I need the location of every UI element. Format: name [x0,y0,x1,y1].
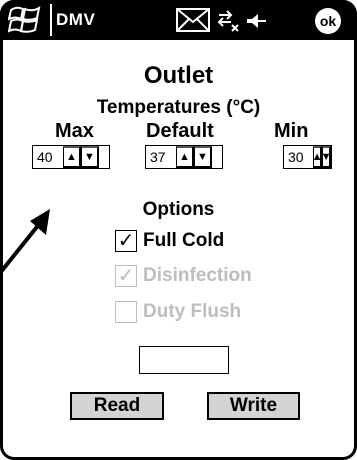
disinfection-label[interactable]: Disinfection [143,265,252,287]
write-button[interactable]: Write [207,392,300,420]
min-value[interactable]: 30 [284,146,313,168]
duty-flush-option[interactable]: Duty Flush [115,299,241,325]
app-title: DMV [56,10,96,29]
outlet-title: Outlet [143,62,214,89]
default-stepper[interactable]: 37 ▲ ▼ [145,145,223,169]
windows-start-icon[interactable] [8,4,42,36]
min-stepper[interactable]: 30 ▲ ▼ [283,145,332,169]
max-label: Max [55,120,94,142]
min-down-button[interactable]: ▼ [321,146,331,168]
duty-flush-label[interactable]: Duty Flush [143,301,241,323]
title-separator [50,4,52,36]
duty-flush-checkbox[interactable] [115,301,137,323]
default-down-button[interactable]: ▼ [194,146,212,168]
disinfection-option[interactable]: ✓ Disinfection [115,263,252,289]
default-label: Default [146,120,214,142]
ok-button[interactable]: ok [315,8,341,34]
disinfection-checkbox[interactable]: ✓ [115,265,137,287]
max-stepper[interactable]: 40 ▲ ▼ [32,145,110,169]
volume-icon[interactable] [244,10,268,32]
connectivity-icon[interactable] [216,9,240,33]
default-value[interactable]: 37 [146,146,176,168]
mail-icon[interactable] [176,8,210,32]
full-cold-checkbox[interactable]: ✓ [115,230,137,252]
status-field [139,346,229,374]
pointer-arrow-icon [0,209,50,275]
default-up-button[interactable]: ▲ [176,146,194,168]
max-value[interactable]: 40 [33,146,63,168]
full-cold-label[interactable]: Full Cold [143,230,224,252]
full-cold-option[interactable]: ✓ Full Cold [115,228,224,254]
title-bar: DMV ok [0,0,357,40]
min-label: Min [274,120,309,142]
max-down-button[interactable]: ▼ [81,146,99,168]
max-up-button[interactable]: ▲ [63,146,81,168]
temperatures-heading: Temperatures (°C) [96,97,261,118]
read-button[interactable]: Read [70,392,164,420]
